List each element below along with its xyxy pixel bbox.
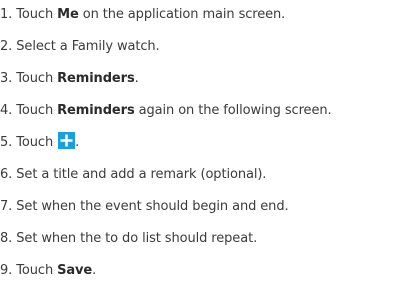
step-number: 7.	[0, 199, 13, 214]
step-item: 1. Touch Me on the application main scre…	[0, 3, 285, 27]
step-text-after: on the application main screen.	[78, 7, 286, 22]
ui-term-reminders: Reminders	[57, 71, 135, 86]
step-item: 3. Touch Reminders.	[0, 67, 139, 91]
step-item: 8. Set when the to do list should repeat…	[0, 227, 257, 251]
step-number: 4.	[0, 103, 13, 118]
step-number: 5.	[0, 135, 13, 150]
step-item: 4. Touch Reminders again on the followin…	[0, 99, 332, 123]
step-text-after: again on the following screen.	[134, 103, 332, 118]
step-number: 1.	[0, 7, 13, 22]
step-text-after: .	[75, 135, 80, 150]
step-item: 7. Set when the event should begin and e…	[0, 195, 289, 219]
ui-term-reminders: Reminders	[57, 103, 135, 118]
step-text: Set a title and add a remark (optional).	[16, 167, 267, 182]
ui-term-save: Save	[57, 263, 93, 278]
step-text: Select a Family watch.	[16, 39, 160, 54]
step-text-before: Touch	[16, 71, 58, 86]
step-item: 2. Select a Family watch.	[0, 35, 160, 59]
step-number: 3.	[0, 71, 13, 86]
step-text-before: Touch	[16, 103, 58, 118]
step-item: 9. Touch Save.	[0, 259, 96, 283]
step-number: 2.	[0, 39, 13, 54]
step-item: 6. Set a title and add a remark (optiona…	[0, 163, 266, 187]
step-text-before: Touch	[16, 135, 58, 150]
step-text-after: .	[134, 71, 139, 86]
step-item: 5. Touch .	[0, 131, 79, 155]
step-number: 6.	[0, 167, 13, 182]
ui-term-me: Me	[57, 7, 79, 22]
step-text-before: Touch	[16, 263, 58, 278]
plus-icon	[58, 132, 76, 149]
step-text: Set when the event should begin and end.	[16, 199, 289, 214]
step-number: 9.	[0, 263, 13, 278]
step-text-before: Touch	[16, 7, 58, 22]
step-text-after: .	[92, 263, 97, 278]
step-number: 8.	[0, 231, 13, 246]
step-text: Set when the to do list should repeat.	[16, 231, 258, 246]
